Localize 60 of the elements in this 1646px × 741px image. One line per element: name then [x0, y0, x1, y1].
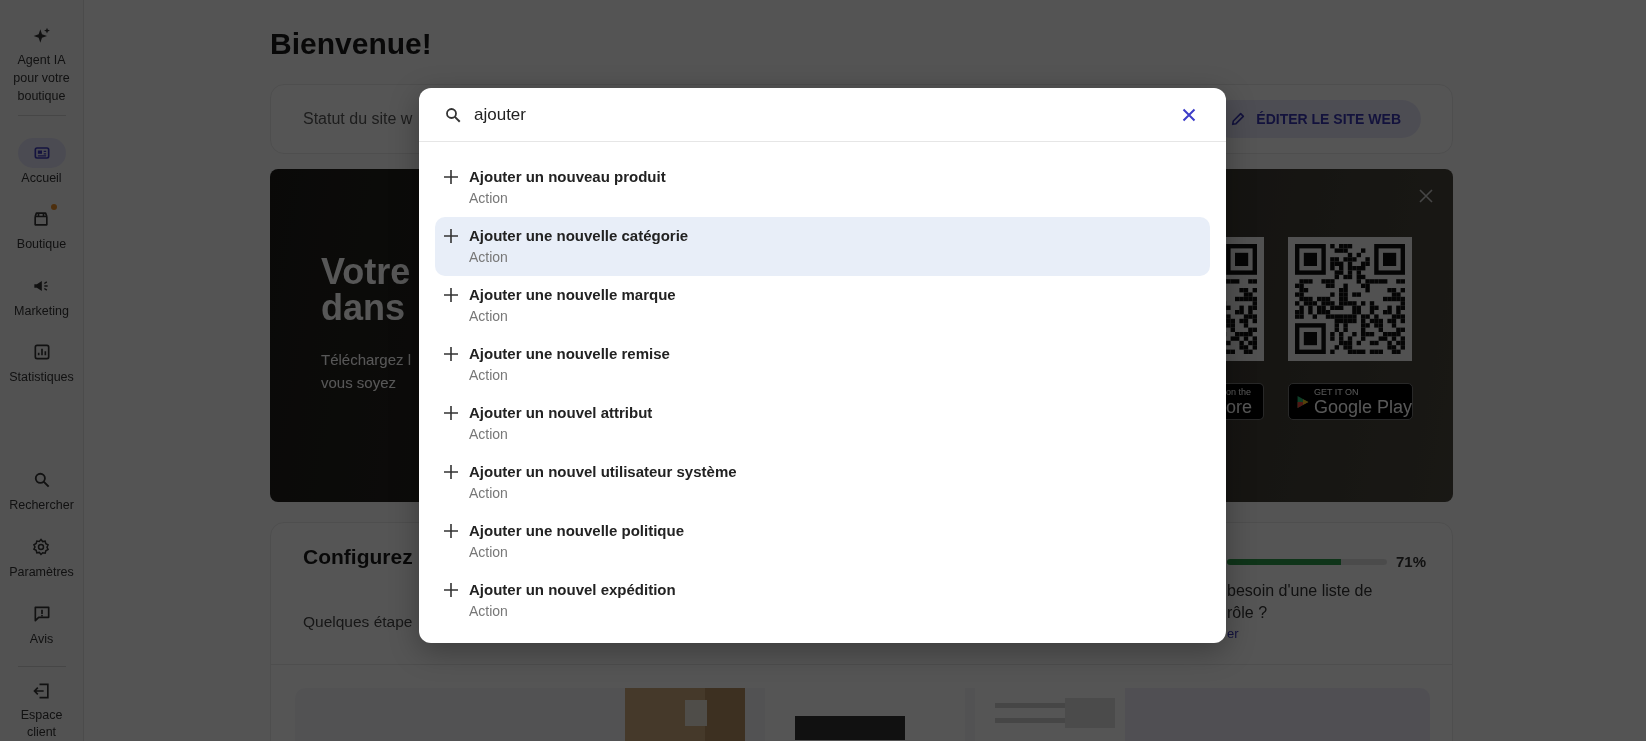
plus-icon: [444, 465, 458, 479]
result-title: Ajouter une nouvelle catégorie: [469, 227, 689, 245]
result-title: Ajouter une nouvelle remise: [469, 345, 670, 363]
search-result[interactable]: Ajouter un nouvel expédition Action: [435, 571, 1210, 630]
sidebar-item[interactable]: Rechercher: [9, 465, 74, 532]
result-title: Ajouter un nouvel attribut: [469, 404, 653, 422]
help-text: besoin d'une liste de: [1227, 581, 1374, 601]
sidebar-item[interactable]: Paramètres: [9, 532, 74, 599]
search-icon: [444, 105, 462, 124]
banner-headline: Votre: [321, 254, 411, 290]
result-title: Ajouter un nouveau produit: [469, 168, 666, 186]
result-type: Action: [469, 603, 509, 620]
client-space-item[interactable]: Espace client: [11, 681, 72, 741]
setup-subtitle: Quelques étape: [303, 613, 413, 631]
progress-value: 71%: [1395, 553, 1426, 570]
result-title: Ajouter un nouvel expédition: [469, 581, 676, 599]
sidebar-item[interactable]: Boutique: [16, 204, 67, 271]
search-result[interactable]: Ajouter une nouvelle marque Action: [435, 276, 1210, 335]
sidebar-item[interactable]: Marketing: [14, 270, 69, 337]
help-text: rôle ?: [1227, 603, 1269, 623]
settings-icon: [31, 537, 52, 557]
result-title: Ajouter un nouvel utilisateur système: [469, 463, 737, 481]
result-type: Action: [469, 485, 509, 502]
pencil-icon: [1230, 111, 1247, 127]
search-result[interactable]: Ajouter une nouvelle catégorie Action: [435, 217, 1210, 276]
setup-title: Configurez: [303, 545, 413, 570]
search-result[interactable]: Ajouter une nouvelle politique Action: [435, 512, 1210, 571]
ai-agent-item[interactable]: Agent IA pour votre boutique: [6, 0, 77, 105]
page-title: Bienvenue!: [270, 26, 433, 62]
result-title: Ajouter une nouvelle marque: [469, 286, 676, 304]
search-result[interactable]: Ajouter une nouvelle remise Action: [435, 335, 1210, 394]
plus-icon: [444, 229, 458, 243]
sidebar-item[interactable]: Accueil: [17, 138, 66, 205]
result-type: Action: [469, 308, 509, 325]
search-result[interactable]: Ajouter un nouveau produit Action: [435, 158, 1210, 217]
plus-icon: [444, 524, 458, 538]
search-result[interactable]: Ajouter un nouvel attribut Action: [435, 394, 1210, 453]
result-type: Action: [469, 249, 509, 266]
banner-headline: dans: [321, 290, 406, 326]
result-type: Action: [469, 190, 509, 207]
plus-icon: [444, 170, 458, 184]
qr-code-icon: [1226, 237, 1264, 361]
qr-code-icon: [1288, 237, 1412, 361]
search-result[interactable]: Ajouter un nouvel utilisateur système Action: [435, 453, 1210, 512]
plus-icon: [444, 288, 458, 302]
result-title: Ajouter une nouvelle politique: [469, 522, 684, 540]
banner-text: vous soyez: [321, 373, 397, 393]
google-play-badge[interactable]: GET IT ON Google Play: [1288, 383, 1413, 420]
result-type: Action: [469, 426, 509, 443]
banner-text: Téléchargez l: [321, 350, 412, 370]
plus-icon: [444, 583, 458, 597]
sidebar-item[interactable]: Statistiques: [9, 336, 74, 403]
exit-icon: [31, 681, 52, 701]
plus-icon: [444, 406, 458, 420]
help-link[interactable]: er: [1227, 626, 1239, 641]
result-type: Action: [469, 544, 509, 561]
sidebar-item[interactable]: Avis: [17, 599, 66, 666]
close-icon: [1182, 107, 1196, 122]
plus-icon: [444, 347, 458, 361]
result-type: Action: [469, 367, 509, 384]
